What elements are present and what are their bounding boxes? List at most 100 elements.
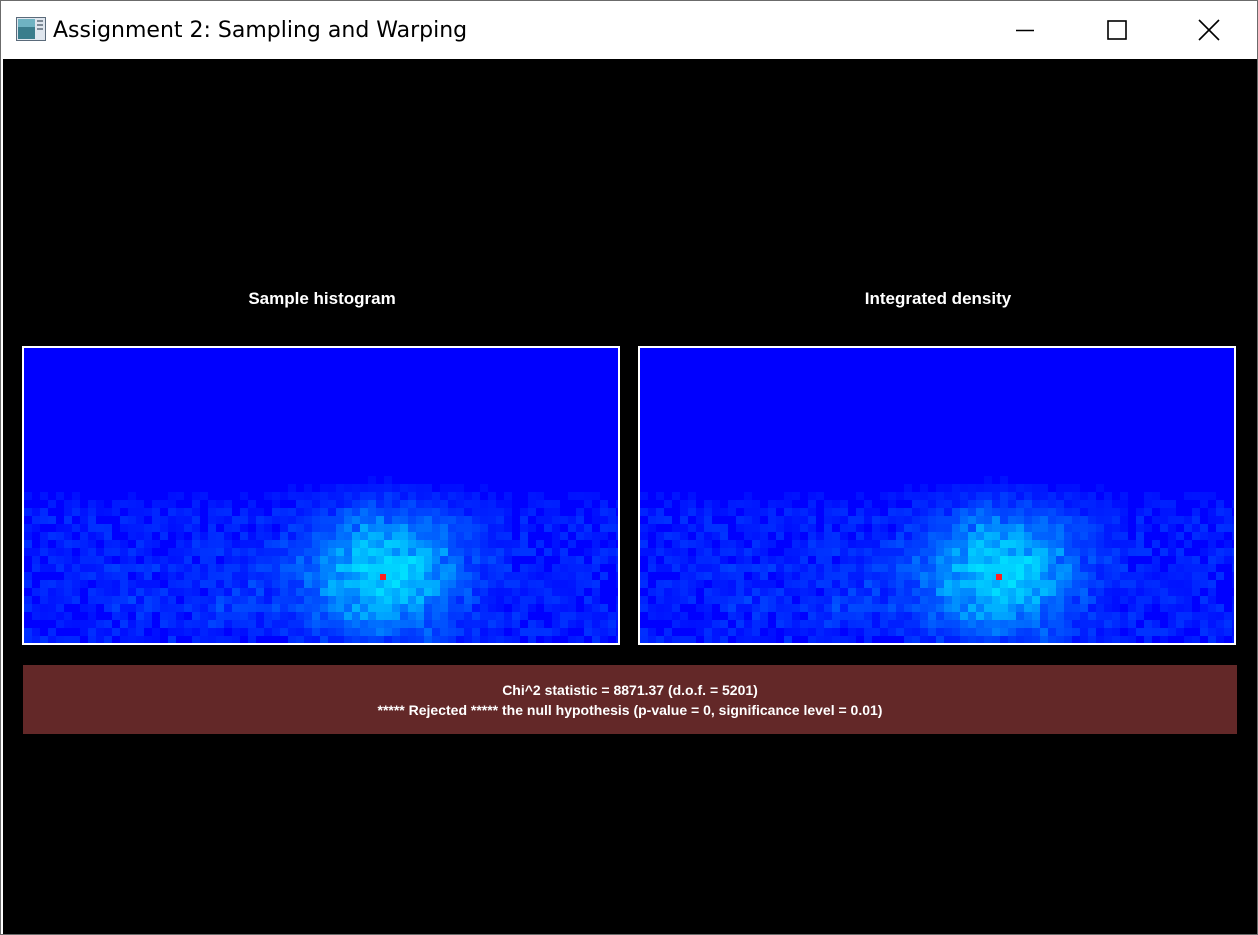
sample-histogram-heatmap-cell [568, 572, 576, 580]
integrated-density-heatmap-cell [1208, 508, 1216, 516]
integrated-density-heatmap-cell [1064, 532, 1072, 540]
sample-histogram-heatmap-cell [272, 620, 280, 628]
integrated-density-heatmap-cell [1120, 572, 1128, 580]
sample-histogram-heatmap-cell [144, 588, 152, 596]
integrated-density-heatmap-cell [896, 540, 904, 548]
sample-histogram-heatmap-cell [552, 572, 560, 580]
integrated-density-heatmap-cell [1000, 612, 1008, 620]
integrated-density-heatmap-cell [720, 580, 728, 588]
integrated-density-heatmap-cell [848, 612, 856, 620]
sample-histogram-heatmap-cell [104, 628, 112, 636]
sample-histogram-heatmap-cell [472, 516, 480, 524]
sample-histogram-heatmap-cell [112, 628, 120, 636]
sample-histogram-heatmap-cell [552, 524, 560, 532]
integrated-density-heatmap-cell [904, 540, 912, 548]
sample-histogram-heatmap-cell [456, 548, 464, 556]
integrated-density-heatmap-cell [944, 612, 952, 620]
integrated-density-heatmap-cell [672, 556, 680, 564]
sample-histogram-heatmap-cell [352, 636, 360, 643]
title-bar[interactable]: Assignment 2: Sampling and Warping [1, 1, 1257, 58]
sample-histogram-heatmap-cell [192, 620, 200, 628]
integrated-density-heatmap-cell [936, 612, 944, 620]
integrated-density-heatmap-cell [944, 540, 952, 548]
integrated-density-heatmap-cell [1064, 524, 1072, 532]
integrated-density-heatmap-cell [800, 556, 808, 564]
sample-histogram-heatmap-cell [280, 564, 288, 572]
integrated-density-heatmap-cell [1208, 492, 1216, 500]
sample-histogram-heatmap-cell [280, 580, 288, 588]
sample-histogram-heatmap-cell [504, 500, 512, 508]
sample-histogram-heatmap-cell [344, 540, 352, 548]
integrated-density-heatmap-cell [1192, 516, 1200, 524]
sample-histogram-heatmap-cell [608, 516, 616, 524]
integrated-density-heatmap-cell [752, 540, 760, 548]
integrated-density-heatmap-cell [984, 628, 992, 636]
sample-histogram-heatmap-cell [280, 572, 288, 580]
integrated-density-heatmap-cell [1072, 612, 1080, 620]
sample-histogram-heatmap-cell [392, 532, 400, 540]
maximize-button[interactable] [1071, 1, 1163, 58]
sample-histogram-heatmap-cell [536, 556, 544, 564]
integrated-density-heatmap-cell [808, 500, 816, 508]
integrated-density-heatmap-cell [672, 636, 680, 643]
sample-histogram-heatmap-cell [192, 572, 200, 580]
sample-histogram-heatmap-cell [224, 636, 232, 643]
sample-histogram-heatmap-cell [472, 628, 480, 636]
sample-histogram-heatmap-cell [40, 548, 48, 556]
minimize-button[interactable] [979, 1, 1071, 58]
integrated-density-heatmap-cell [760, 524, 768, 532]
sample-histogram-heatmap-cell [368, 508, 376, 516]
integrated-density-heatmap-cell [680, 620, 688, 628]
close-button[interactable] [1163, 1, 1255, 58]
sample-histogram-heatmap-cell [232, 580, 240, 588]
integrated-density-heatmap-cell [816, 628, 824, 636]
sample-histogram-heatmap-cell [608, 524, 616, 532]
integrated-density-heatmap-cell [704, 620, 712, 628]
integrated-density-heatmap-cell [1176, 548, 1184, 556]
integrated-density-heatmap-cell [912, 620, 920, 628]
sample-histogram-heatmap-cell [376, 580, 384, 588]
integrated-density-heatmap-cell [784, 612, 792, 620]
sample-histogram-heatmap-cell [368, 604, 376, 612]
sample-histogram-heatmap-cell [200, 572, 208, 580]
integrated-density-heatmap-cell [968, 508, 976, 516]
sample-histogram-heatmap-cell [64, 524, 72, 532]
integrated-density-heatmap-cell [928, 548, 936, 556]
integrated-density-heatmap-cell [824, 516, 832, 524]
sample-histogram-heatmap-cell [40, 540, 48, 548]
integrated-density-heatmap-cell [1048, 508, 1056, 516]
sample-histogram-heatmap-cell [208, 580, 216, 588]
integrated-density-heatmap-cell [928, 588, 936, 596]
sample-histogram-heatmap-cell [400, 484, 408, 492]
integrated-density-heatmap-peak-cell [996, 574, 1002, 580]
sample-histogram-heatmap-cell [344, 628, 352, 636]
sample-histogram-heatmap-cell [416, 492, 424, 500]
integrated-density-heatmap-cell [792, 492, 800, 500]
integrated-density-heatmap-cell [720, 588, 728, 596]
integrated-density-heatmap-cell [664, 604, 672, 612]
sample-histogram-heatmap-cell [184, 604, 192, 612]
sample-histogram-heatmap-cell [64, 572, 72, 580]
integrated-density-heatmap-cell [872, 532, 880, 540]
sample-histogram-heatmap-cell [496, 580, 504, 588]
sample-histogram-heatmap-cell [272, 532, 280, 540]
integrated-density-heatmap-cell [664, 580, 672, 588]
integrated-density-heatmap-cell [680, 556, 688, 564]
sample-histogram-heatmap-cell [288, 564, 296, 572]
sample-histogram-heatmap-cell [72, 500, 80, 508]
integrated-density-heatmap-cell [872, 612, 880, 620]
integrated-density-heatmap-cell [792, 628, 800, 636]
sample-histogram-heatmap-cell [360, 596, 368, 604]
integrated-density-heatmap-cell [960, 588, 968, 596]
integrated-density-heatmap-cell [1104, 540, 1112, 548]
integrated-density-heatmap-cell [672, 548, 680, 556]
sample-histogram-heatmap-cell [616, 516, 618, 524]
sample-histogram-heatmap-cell [64, 516, 72, 524]
sample-histogram-heatmap-cell [456, 556, 464, 564]
sample-histogram-heatmap-cell [288, 636, 296, 643]
integrated-density-heatmap-cell [776, 612, 784, 620]
integrated-density-heatmap-cell [1168, 516, 1176, 524]
integrated-density-heatmap-cell [1000, 532, 1008, 540]
integrated-density-heatmap-cell [1168, 540, 1176, 548]
sample-histogram-heatmap-cell [488, 604, 496, 612]
